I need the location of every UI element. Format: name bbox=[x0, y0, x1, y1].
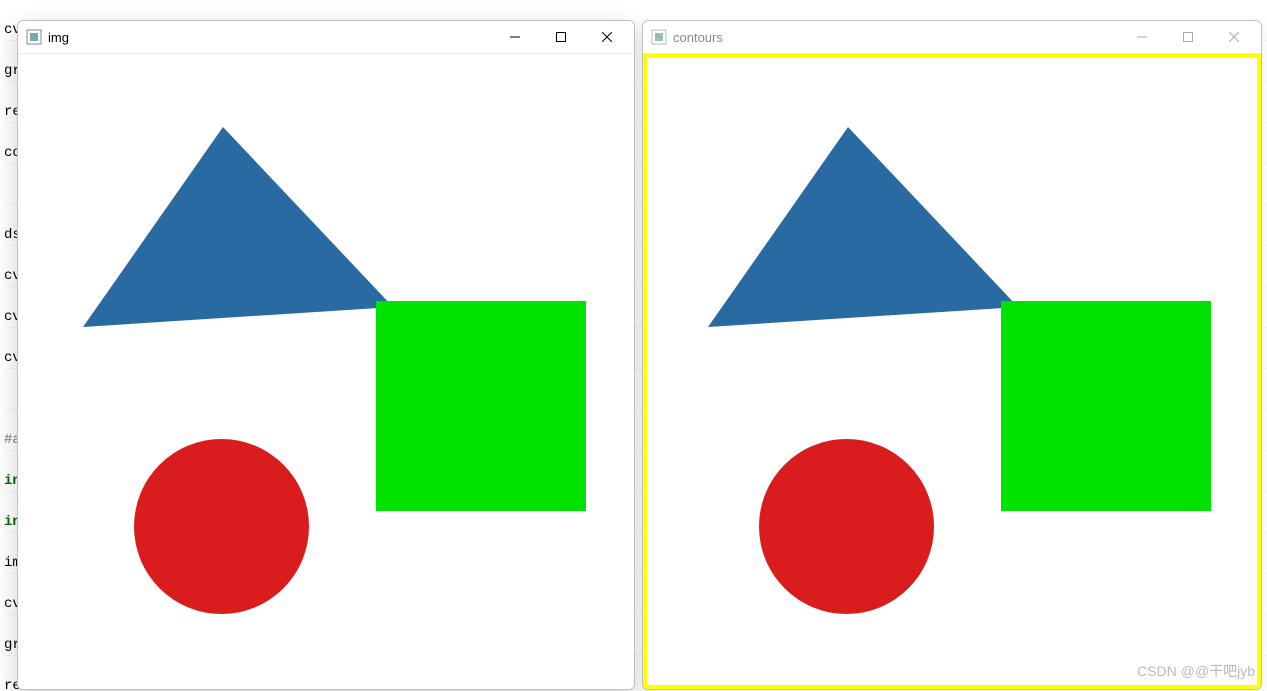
titlebar-img[interactable]: img bbox=[18, 21, 634, 54]
square-shape bbox=[1001, 301, 1211, 511]
window-img[interactable]: img bbox=[17, 20, 635, 690]
canvas-contours bbox=[643, 54, 1261, 689]
minimize-button[interactable] bbox=[1119, 22, 1165, 52]
minimize-button[interactable] bbox=[492, 22, 538, 52]
app-icon bbox=[651, 29, 667, 45]
circle-shape bbox=[134, 439, 309, 614]
titlebar-contours[interactable]: contours bbox=[643, 21, 1261, 54]
square-shape bbox=[376, 301, 586, 511]
close-button[interactable] bbox=[584, 22, 630, 52]
maximize-button[interactable] bbox=[538, 22, 584, 52]
window-title: contours bbox=[673, 30, 723, 45]
window-contours[interactable]: contours bbox=[642, 20, 1262, 690]
window-title: img bbox=[48, 30, 69, 45]
triangle-shape bbox=[73, 122, 393, 332]
maximize-button[interactable] bbox=[1165, 22, 1211, 52]
triangle-shape bbox=[698, 122, 1018, 332]
circle-shape bbox=[759, 439, 934, 614]
close-button[interactable] bbox=[1211, 22, 1257, 52]
app-icon bbox=[26, 29, 42, 45]
canvas-img bbox=[18, 54, 634, 689]
